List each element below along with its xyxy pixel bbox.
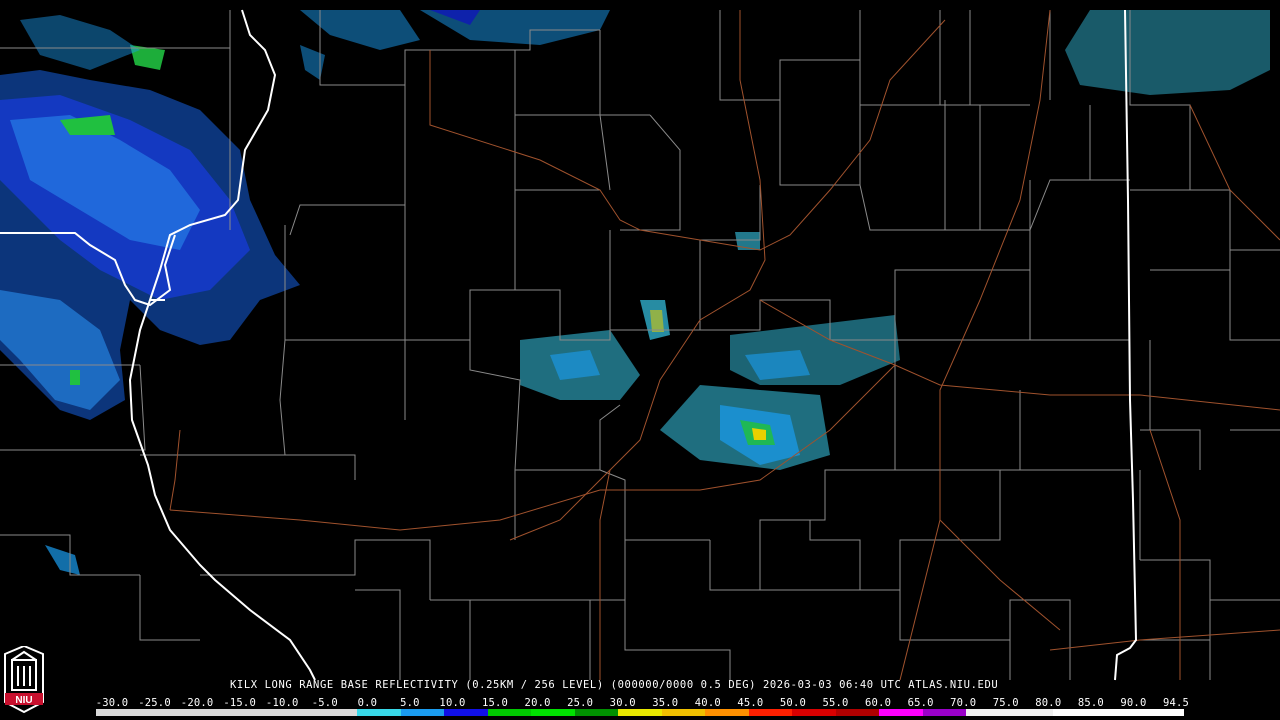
scale-tick-label: 20.0 (524, 697, 551, 709)
scale-tick-label: 35.0 (652, 697, 679, 709)
scale-swatch (705, 709, 749, 716)
scale-tick-label: 70.0 (950, 697, 977, 709)
scale-swatch (792, 709, 836, 716)
scale-tick-label: 85.0 (1077, 697, 1104, 709)
scale-tick-label: 90.0 (1120, 697, 1147, 709)
scale-swatch (835, 709, 880, 716)
scale-swatch (966, 709, 1010, 716)
scale-tick-label: 5.0 (400, 697, 420, 709)
scale-tick-label: 75.0 (992, 697, 1019, 709)
scale-swatch (574, 709, 619, 716)
scale-labels: -30.0 -25.0 -20.0 -15.0 -10.0 -5.0 0.0 5.0 10.0 1… (0, 697, 1280, 709)
reflectivity-color-scale (96, 709, 1184, 716)
product-caption: KILX LONG RANGE BASE REFLECTIVITY (0.25K… (230, 679, 999, 691)
scale-tick-label: -10.0 (265, 697, 299, 709)
scale-tick-label: -5.0 (311, 697, 338, 709)
scale-tick-label: 30.0 (609, 697, 636, 709)
scale-swatch (1096, 709, 1141, 716)
scale-swatch (922, 709, 967, 716)
scale-swatch (139, 709, 184, 716)
scale-swatch (400, 709, 445, 716)
scale-tick-label: 40.0 (694, 697, 721, 709)
scale-swatch (226, 709, 271, 716)
scale-tick-label: 65.0 (907, 697, 934, 709)
scale-tick-label: 60.0 (865, 697, 892, 709)
scale-tick-label: 45.0 (737, 697, 764, 709)
scale-swatch (270, 709, 314, 716)
scale-swatch (661, 709, 706, 716)
scale-tick-label: -25.0 (138, 697, 171, 709)
scale-swatch (1009, 709, 1054, 716)
scale-swatch (487, 709, 532, 716)
scale-tick-label: 10.0 (439, 697, 466, 709)
scale-swatch (313, 709, 358, 716)
scale-tick-label: 55.0 (822, 697, 849, 709)
scale-swatch (531, 709, 575, 716)
scale-tick-label: 94.5 (1162, 697, 1190, 709)
scale-tick-label: 15.0 (481, 697, 509, 709)
scale-swatch (748, 709, 793, 716)
scale-tick-label: -15.0 (223, 697, 256, 709)
scale-tick-label: -30.0 (95, 697, 129, 709)
scale-tick-label: 80.0 (1035, 697, 1062, 709)
scale-swatch (444, 709, 488, 716)
scale-tick-label: -20.0 (180, 697, 214, 709)
scale-swatch (357, 709, 401, 716)
scale-swatch (96, 709, 140, 716)
scale-swatch (618, 709, 662, 716)
scale-tick-label: 25.0 (567, 697, 594, 709)
scale-swatch (1140, 709, 1184, 716)
scale-swatch (183, 709, 227, 716)
radar-map (0, 0, 1280, 720)
scale-tick-label: 0.0 (357, 697, 378, 709)
scale-swatch (879, 709, 923, 716)
scale-swatch (1053, 709, 1097, 716)
scale-tick-label: 50.0 (779, 697, 806, 709)
